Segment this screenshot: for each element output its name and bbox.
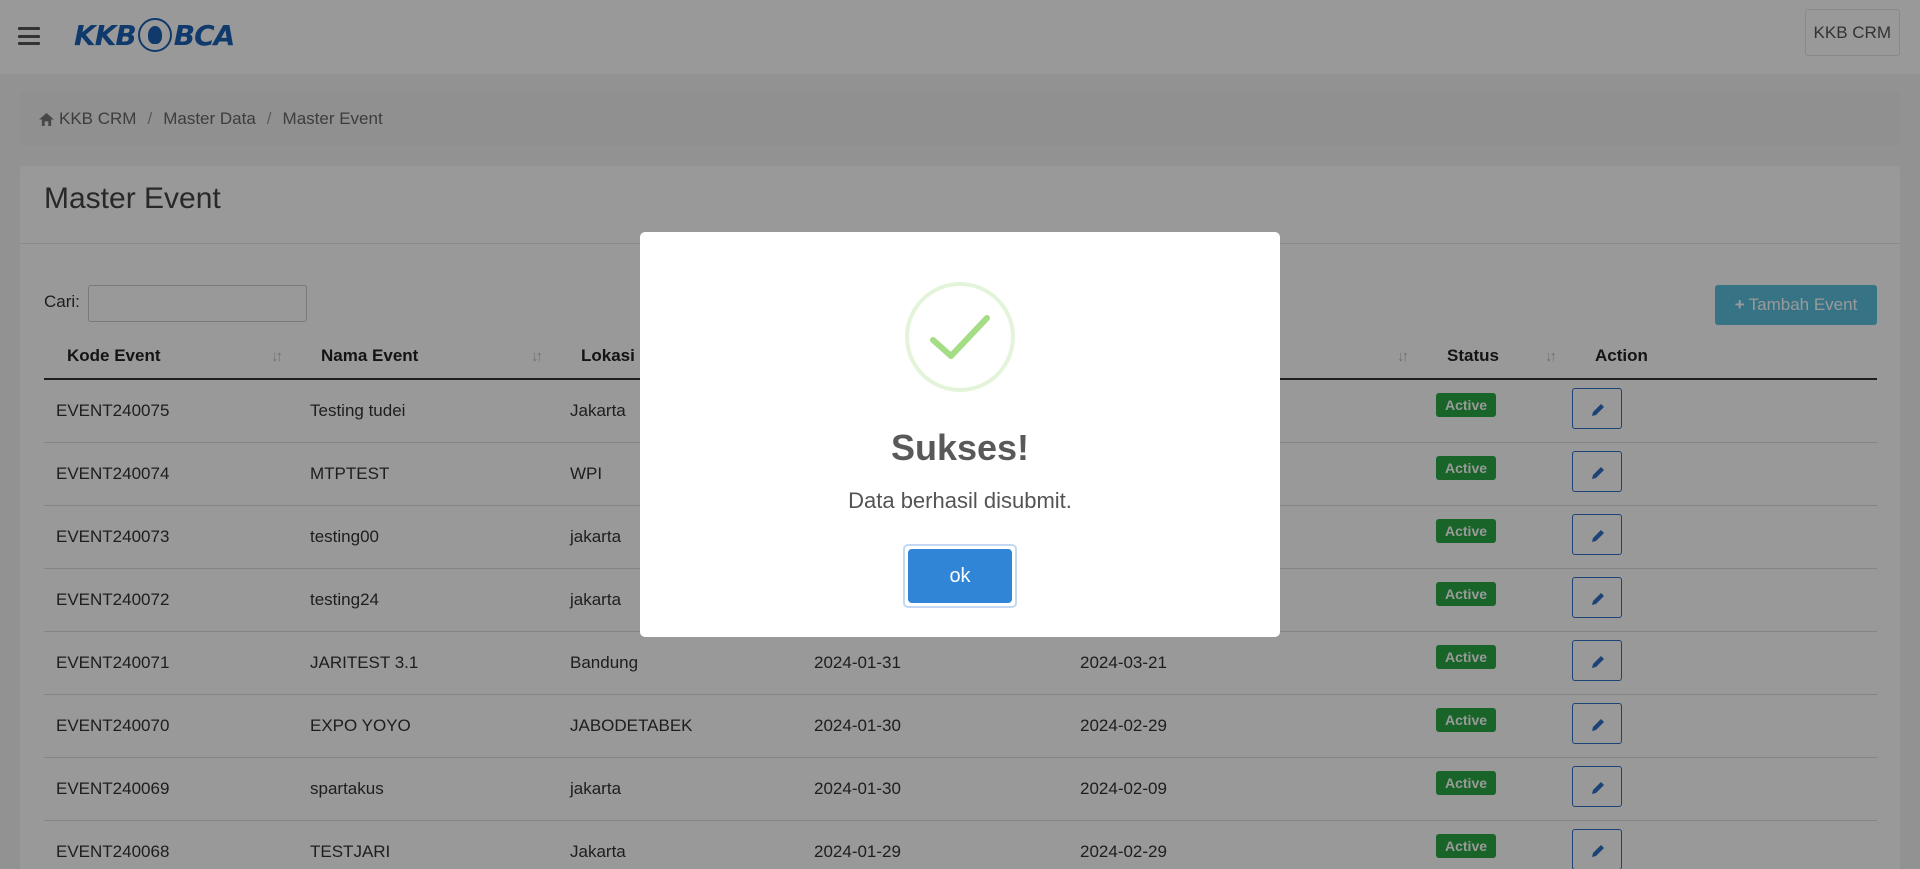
success-dialog: Sukses! Data berhasil disubmit. ok xyxy=(640,232,1280,637)
ok-button-focus-ring: ok xyxy=(903,544,1017,608)
success-check-icon xyxy=(905,282,1015,392)
dialog-title: Sukses! xyxy=(890,427,1030,468)
ok-button[interactable]: ok xyxy=(908,549,1012,603)
dialog-message: Data berhasil disubmit. xyxy=(848,488,1072,513)
